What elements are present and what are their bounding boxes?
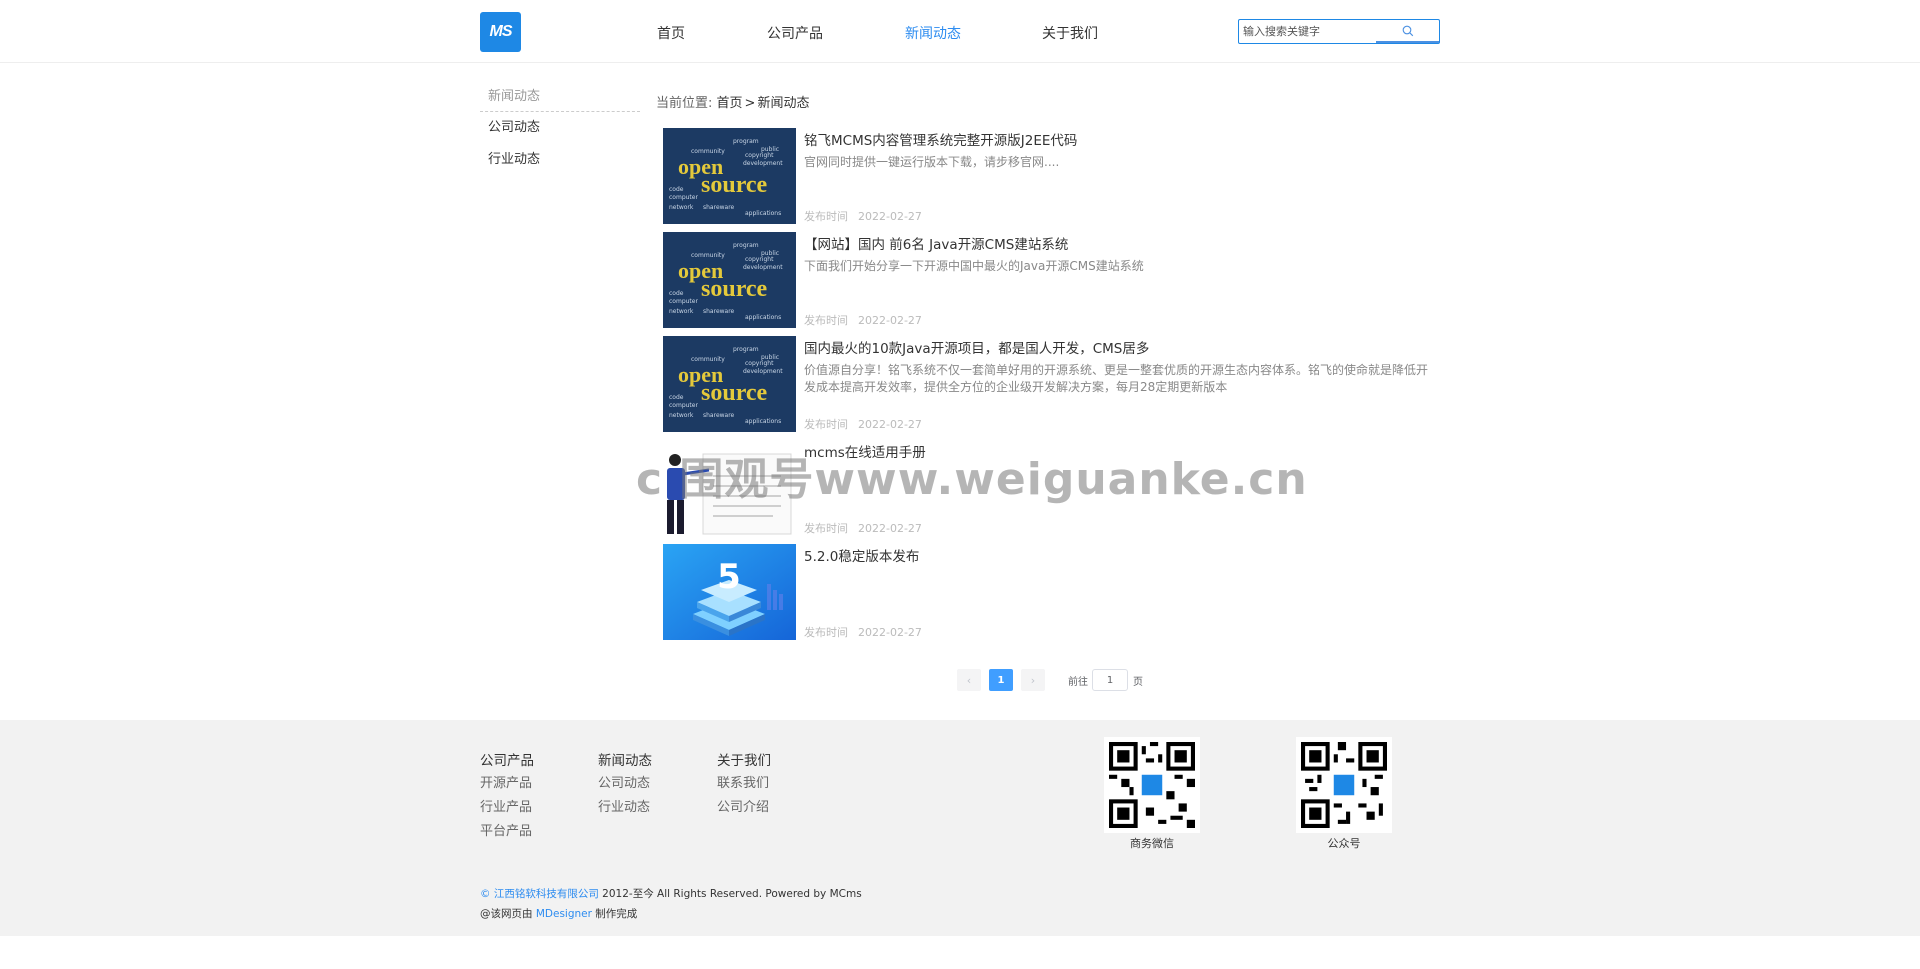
goto-page-input[interactable] bbox=[1092, 669, 1128, 691]
breadcrumb: 当前位置: 首页 > 新闻动态 bbox=[656, 92, 809, 111]
news-title[interactable]: mcms在线适用手册 bbox=[804, 441, 926, 461]
made-prefix: @该网页由 bbox=[480, 908, 536, 920]
logo-text: MS bbox=[489, 23, 513, 40]
page-suffix: 页 bbox=[1133, 677, 1143, 688]
qr-official-account: 公众号 bbox=[1296, 737, 1392, 851]
site-logo[interactable]: MS bbox=[480, 12, 521, 52]
news-date: 发布时间 2022-02-27 bbox=[804, 312, 922, 328]
news-thumbnail[interactable]: program community public copyright devel… bbox=[663, 336, 796, 432]
date-label: 发布时间 bbox=[804, 626, 848, 639]
footer-link[interactable]: 开源产品 bbox=[480, 772, 534, 796]
prev-page-button[interactable]: ‹ bbox=[957, 669, 981, 691]
footer-column-news: 新闻动态 公司动态 行业动态 bbox=[598, 750, 652, 820]
news-thumbnail[interactable]: 5 bbox=[663, 544, 796, 640]
footer-column-title: 公司产品 bbox=[480, 753, 534, 769]
news-item: program community public copyright devel… bbox=[663, 232, 1439, 336]
nav-about[interactable]: 关于我们 bbox=[1042, 23, 1098, 43]
category-sidebar: 新闻动态 公司动态 行业动态 bbox=[480, 84, 640, 176]
news-item: 5 5.2.0稳定版本发布 发布时间 2022-02-27 bbox=[663, 544, 1439, 648]
news-thumbnail[interactable] bbox=[663, 440, 796, 536]
news-description: 价值源自分享！铭飞系统不仅一套简单好用的开源系统、更是一整套优质的开源生态内容体… bbox=[804, 363, 1429, 394]
sidebar-title: 新闻动态 bbox=[480, 84, 640, 112]
mdesigner-link[interactable]: MDesigner bbox=[536, 908, 592, 920]
news-item: program community public copyright devel… bbox=[663, 128, 1439, 232]
news-description: 官网同时提供一键运行版本下载，请步移官网.... bbox=[804, 155, 1060, 169]
news-date: 发布时间 2022-02-27 bbox=[804, 416, 922, 432]
date-label: 发布时间 bbox=[804, 210, 848, 223]
date-value: 2022-02-27 bbox=[858, 418, 922, 431]
site-footer: 公司产品 开源产品 行业产品 平台产品 新闻动态 公司动态 行业动态 关于我们 … bbox=[0, 720, 1920, 936]
goto-label: 前往 bbox=[1068, 677, 1088, 688]
breadcrumb-separator: > bbox=[744, 96, 756, 111]
search-box bbox=[1238, 19, 1440, 44]
news-thumbnail[interactable]: program community public copyright devel… bbox=[663, 128, 796, 224]
search-button[interactable] bbox=[1376, 20, 1439, 43]
news-item: mcms在线适用手册 发布时间 2022-02-27 bbox=[663, 440, 1439, 544]
page-number-1[interactable]: 1 bbox=[989, 669, 1013, 691]
date-label: 发布时间 bbox=[804, 522, 848, 535]
sidebar-item-industry-news[interactable]: 行业动态 bbox=[480, 144, 640, 176]
next-page-button[interactable]: › bbox=[1021, 669, 1045, 691]
nav-news[interactable]: 新闻动态 bbox=[905, 23, 961, 43]
footer-link[interactable]: 行业产品 bbox=[480, 796, 534, 820]
footer-link[interactable]: 平台产品 bbox=[480, 820, 534, 844]
version-five-illustration: 5 bbox=[663, 544, 796, 640]
breadcrumb-prefix: 当前位置: bbox=[656, 96, 713, 111]
news-title[interactable]: 【网站】国内 前6名 Java开源CMS建站系统 bbox=[804, 233, 1068, 253]
footer-link[interactable]: 联系我们 bbox=[717, 772, 771, 796]
nav-products[interactable]: 公司产品 bbox=[767, 23, 823, 43]
date-label: 发布时间 bbox=[804, 314, 848, 327]
qr-code-icon bbox=[1104, 737, 1200, 833]
date-value: 2022-02-27 bbox=[858, 210, 922, 223]
news-item: program community public copyright devel… bbox=[663, 336, 1439, 440]
news-list: program community public copyright devel… bbox=[663, 128, 1439, 648]
qr-code-icon bbox=[1296, 737, 1392, 833]
news-title[interactable]: 国内最火的10款Java开源项目，都是国人开发，CMS居多 bbox=[804, 337, 1149, 357]
svg-text:5: 5 bbox=[717, 557, 741, 597]
qr-label: 商务微信 bbox=[1130, 837, 1174, 850]
footer-column-title: 关于我们 bbox=[717, 753, 771, 769]
qr-wechat-business: 商务微信 bbox=[1104, 737, 1200, 851]
news-title[interactable]: 铭飞MCMS内容管理系统完整开源版J2EE代码 bbox=[804, 129, 1077, 149]
company-link[interactable]: © 江西铭软科技有限公司 bbox=[480, 888, 599, 900]
news-title[interactable]: 5.2.0稳定版本发布 bbox=[804, 545, 919, 565]
made-with: @该网页由 MDesigner 制作完成 bbox=[480, 906, 637, 921]
footer-link[interactable]: 公司动态 bbox=[598, 772, 652, 796]
site-header: MS 首页 公司产品 新闻动态 关于我们 bbox=[0, 0, 1920, 63]
date-label: 发布时间 bbox=[804, 418, 848, 431]
footer-column-about: 关于我们 联系我们 公司介绍 bbox=[717, 750, 771, 820]
sidebar-item-company-news[interactable]: 公司动态 bbox=[480, 112, 640, 144]
nav-home[interactable]: 首页 bbox=[657, 23, 685, 43]
footer-column-products: 公司产品 开源产品 行业产品 平台产品 bbox=[480, 750, 534, 844]
made-suffix: 制作完成 bbox=[591, 908, 638, 920]
date-value: 2022-02-27 bbox=[858, 626, 922, 639]
breadcrumb-home[interactable]: 首页 bbox=[717, 96, 743, 111]
breadcrumb-current[interactable]: 新闻动态 bbox=[757, 96, 809, 111]
footer-link[interactable]: 行业动态 bbox=[598, 796, 652, 820]
qr-label: 公众号 bbox=[1327, 837, 1361, 850]
news-date: 发布时间 2022-02-27 bbox=[804, 624, 922, 640]
copyright: © 江西铭软科技有限公司 2012-至今 All Rights Reserved… bbox=[480, 886, 862, 901]
search-icon bbox=[1402, 25, 1413, 36]
news-description: 下面我们开始分享一下开源中国中最火的Java开源CMS建站系统 bbox=[804, 259, 1144, 273]
copyright-text: 2012-至今 All Rights Reserved. Powered by … bbox=[598, 888, 862, 900]
date-value: 2022-02-27 bbox=[858, 314, 922, 327]
footer-column-title: 新闻动态 bbox=[598, 753, 652, 769]
footer-link[interactable]: 公司介绍 bbox=[717, 796, 771, 820]
manual-illustration bbox=[663, 440, 796, 536]
date-value: 2022-02-27 bbox=[858, 522, 922, 535]
news-date: 发布时间 2022-02-27 bbox=[804, 520, 922, 536]
news-thumbnail[interactable]: program community public copyright devel… bbox=[663, 232, 796, 328]
news-date: 发布时间 2022-02-27 bbox=[804, 208, 922, 224]
